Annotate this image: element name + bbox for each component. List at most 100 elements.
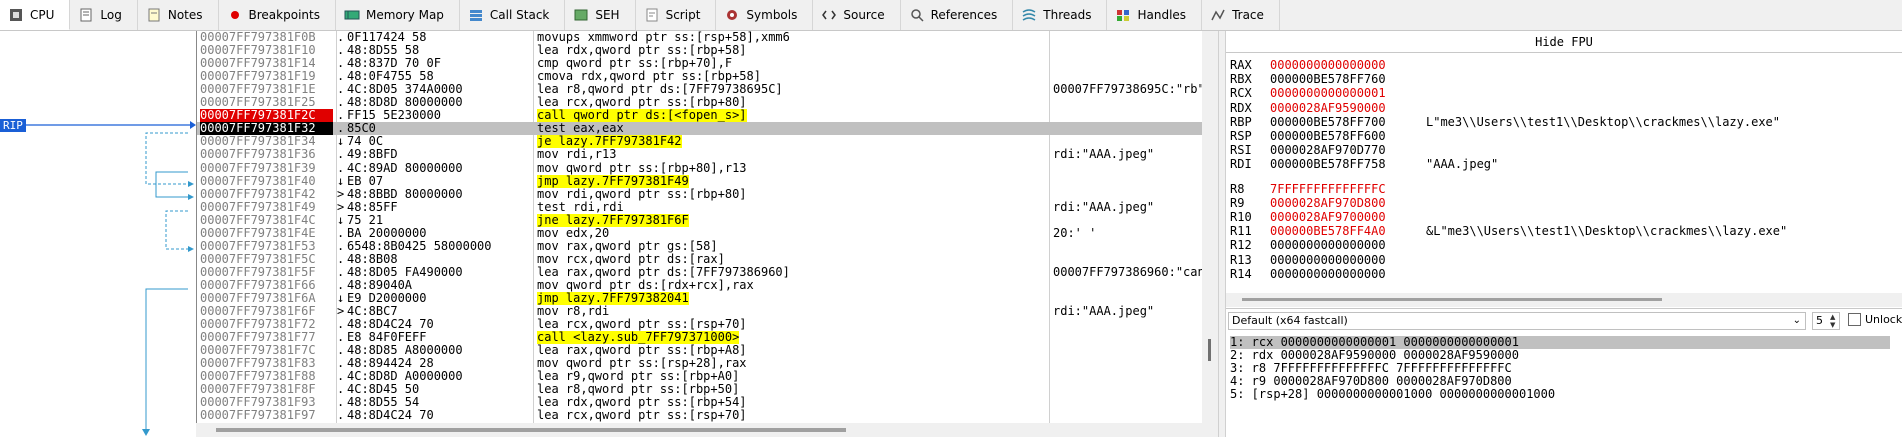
register-row[interactable]: R14 0000000000000000 (1230, 267, 1426, 281)
register-row[interactable]: R10 0000028AF9700000 (1230, 210, 1426, 224)
register-value[interactable]: 0000028AF9590000 (1270, 101, 1410, 115)
instruction-address: 00007FF797381F14 (200, 57, 316, 71)
register-value[interactable]: 0000000000000000 (1270, 253, 1410, 267)
argument-row[interactable]: 5: [rsp+28] 0000000000001000 00000000000… (1230, 388, 1555, 401)
instruction-address: 00007FF797381F5C (200, 252, 316, 266)
disassembly-view[interactable]: RIP 00007FF797381F0B. 0F117424 58 movups x… (0, 31, 1218, 437)
disassembly-row[interactable]: 00007FF797381F0B. 0F117424 58 movups xmmwo… (197, 31, 1203, 44)
tab-handles[interactable]: Handles (1107, 0, 1203, 30)
disassembly-row[interactable]: 00007FF797381F83. 48:894424 28 mov qword p… (197, 357, 1203, 370)
tab-trace[interactable]: Trace (1202, 0, 1280, 30)
instruction-address: 00007FF797381F39 (200, 161, 316, 175)
tab-call-stack[interactable]: Call Stack (460, 0, 566, 30)
branch-marker: . (337, 409, 345, 423)
register-value[interactable]: 000000BE578FF700 (1270, 115, 1410, 129)
cpu-icon (8, 8, 24, 22)
tab-notes[interactable]: Notes (138, 0, 219, 30)
tab-label: CPU (30, 7, 55, 22)
disassembly-row[interactable]: 00007FF797381F34 ↓ 74 0C je lazy.7FF797381F… (197, 135, 1203, 149)
disassembly-row[interactable]: 00007FF797381F77. E8 84F0FEFF call <lazy.s… (197, 331, 1203, 345)
instruction-address: 00007FF797381F42 (200, 187, 316, 201)
disassembly-row[interactable]: 00007FF797381F7C. 48:8D85 A8000000 lea rax… (197, 344, 1203, 357)
disassembly-row[interactable]: 00007FF797381F8F. 4C:8D45 50 lea r8,qword … (197, 383, 1203, 396)
checkbox-box[interactable] (1848, 313, 1861, 326)
unlock-checkbox[interactable]: Unlock (1848, 313, 1902, 326)
disassembly-row[interactable]: 00007FF797381F25. 48:8D8D 80000000 lea rcx… (197, 96, 1203, 109)
register-value[interactable]: 0000028AF9700000 (1270, 210, 1410, 224)
disassembly-row[interactable]: 00007FF797381F97. 48:8D4C24 70 lea rcx,qwo… (197, 409, 1203, 422)
register-value[interactable]: 000000BE578FF600 (1270, 129, 1410, 143)
register-value[interactable]: 000000BE578FF4A0 (1270, 224, 1410, 238)
vertical-scrollbar[interactable] (1202, 31, 1218, 437)
disassembly-row[interactable]: 00007FF797381F32. 85C0 test eax,eax (197, 122, 1203, 136)
disassembly-row[interactable]: 00007FF797381F5F. 48:8D05 FA490000 lea rax… (197, 266, 1203, 279)
disassembly-row[interactable]: 00007FF797381F66. 48:89040A mov qword ptr … (197, 279, 1203, 292)
tab-memory-map[interactable]: Memory Map (336, 0, 460, 30)
disassembly-row[interactable]: 00007FF797381F10. 48:8D55 58 lea rdx,qword… (197, 44, 1203, 57)
disassembly-row[interactable]: 00007FF797381F93. 48:8D55 54 lea rdx,qword… (197, 396, 1203, 409)
disassembly-row[interactable]: 00007FF797381F72. 48:8D4C24 70 lea rcx,qwo… (197, 318, 1203, 331)
disassembly-row[interactable]: 00007FF797381F49 >48:85FF test rdi,rdi rdi:… (197, 201, 1203, 214)
register-row[interactable]: R13 0000000000000000 (1230, 253, 1426, 267)
tab-references[interactable]: References (901, 0, 1014, 30)
pane-splitter[interactable] (1218, 31, 1226, 437)
horizontal-scrollbar[interactable] (196, 423, 1202, 437)
register-value[interactable]: 0000028AF970D800 (1270, 196, 1410, 210)
tab-log[interactable]: Log (70, 0, 138, 30)
register-value[interactable]: 0000028AF970D770 (1270, 143, 1410, 157)
tab-symbols[interactable]: Symbols (716, 0, 814, 30)
call-convention-select[interactable]: Default (x64 fastcall) ⌄ (1228, 312, 1806, 330)
register-row[interactable]: RDX 0000028AF9590000 (1230, 101, 1426, 115)
disassembly-row[interactable]: 00007FF797381F88. 4C:8D8D A0000000 lea r9,… (197, 370, 1203, 383)
branch-marker: . (337, 265, 345, 279)
scrollbar-thumb[interactable] (1208, 339, 1211, 361)
register-value[interactable]: 7FFFFFFFFFFFFFFC (1270, 182, 1410, 196)
register-row[interactable]: RBX 000000BE578FF760 (1230, 72, 1426, 86)
disassembly-row[interactable]: 00007FF797381F40 ↓ EB 07 jmp lazy.7FF797381… (197, 174, 1203, 188)
tab-breakpoints[interactable]: Breakpoints (219, 0, 336, 30)
register-value[interactable]: 0000000000000001 (1270, 86, 1410, 100)
hide-fpu-button[interactable]: Hide FPU (1226, 31, 1902, 53)
registers-panel[interactable]: Hide FPU RAX 0000000000000000 RBX 000000BE5… (1226, 31, 1902, 308)
disassembly-row[interactable]: 00007FF797381F1E. 4C:8D05 374A0000 lea r8,… (197, 83, 1203, 96)
register-row[interactable]: R8 7FFFFFFFFFFFFFFC (1230, 182, 1426, 196)
disassembly-row[interactable]: 00007FF797381F14. 48:837D 70 0F cmp qword … (197, 57, 1203, 70)
disassembly-row[interactable]: 00007FF797381F6F >4C:8BC7 mov r8,rdi rdi:"A… (197, 305, 1203, 318)
branch-marker: . (337, 383, 345, 397)
register-row[interactable]: RAX 0000000000000000 (1230, 58, 1426, 72)
register-value[interactable]: 000000BE578FF758 (1270, 157, 1410, 171)
register-value[interactable]: 0000000000000000 (1270, 58, 1410, 72)
register-value[interactable]: 000000BE578FF760 (1270, 72, 1410, 86)
tab-seh[interactable]: SEH (565, 0, 636, 30)
registers-horizontal-scrollbar[interactable] (1226, 293, 1902, 307)
disassembly-row[interactable]: 00007FF797381F4C ↓ 75 21 jne lazy.7FF797381… (197, 213, 1203, 227)
register-row[interactable]: R9 0000028AF970D800 (1230, 196, 1426, 210)
disassembly-row[interactable]: 00007FF797381F36. 49:8BFD mov rdi,r13 rdi:"… (197, 148, 1203, 161)
register-row[interactable]: RCX 0000000000000001 (1230, 86, 1426, 100)
instruction-comment: 20:' ' (1053, 226, 1097, 240)
disassembly-row[interactable]: 00007FF797381F53. 6548:8B0425 58000000 mov… (197, 240, 1203, 253)
scrollbar-thumb[interactable] (216, 428, 846, 432)
tab-script[interactable]: Script (636, 0, 717, 30)
register-row[interactable]: R11 000000BE578FF4A0 &L"me3\\Users\\test1\… (1230, 224, 1787, 238)
register-name: RCX (1230, 86, 1252, 101)
register-value[interactable]: 0000000000000000 (1270, 267, 1410, 281)
disassembly-row[interactable]: 00007FF797381F5C. 48:8B08 mov rcx,qword pt… (197, 253, 1203, 266)
disassembly-row[interactable]: 00007FF797381F42 >48:8BBD 80000000 mov rdi… (197, 188, 1203, 201)
tab-cpu[interactable]: CPU (0, 0, 71, 30)
spinner-arrows-icon[interactable]: ▲ ▼ (1830, 313, 1838, 329)
disassembly-row[interactable]: 00007FF797381F2C. FF15 5E230000 call qword… (197, 109, 1203, 123)
register-value[interactable]: 0000000000000000 (1270, 238, 1410, 252)
register-row[interactable]: RSI 0000028AF970D770 (1230, 143, 1426, 157)
register-row[interactable]: RSP 000000BE578FF600 (1230, 129, 1426, 143)
register-row[interactable]: RDI 000000BE578FF758 "AAA.jpeg" (1230, 157, 1498, 171)
tab-threads[interactable]: Threads (1013, 0, 1108, 30)
disassembly-row[interactable]: 00007FF797381F6A ↓ E9 D2000000 jmp lazy.7FF… (197, 292, 1203, 305)
disassembly-row[interactable]: 00007FF797381F4E. BA 20000000 mov edx,20 20… (197, 227, 1203, 240)
register-row[interactable]: RBP 000000BE578FF700 L"me3\\Users\\test1\\… (1230, 115, 1780, 129)
tab-source[interactable]: Source (813, 0, 901, 30)
scrollbar-thumb[interactable] (1242, 298, 1662, 301)
register-row[interactable]: R12 0000000000000000 (1230, 238, 1426, 252)
disassembly-row[interactable]: 00007FF797381F39. 4C:89AD 80000000 mov qwo… (197, 162, 1203, 175)
disassembly-row[interactable]: 00007FF797381F19. 48:0F4755 58 cmova rdx,q… (197, 70, 1203, 83)
